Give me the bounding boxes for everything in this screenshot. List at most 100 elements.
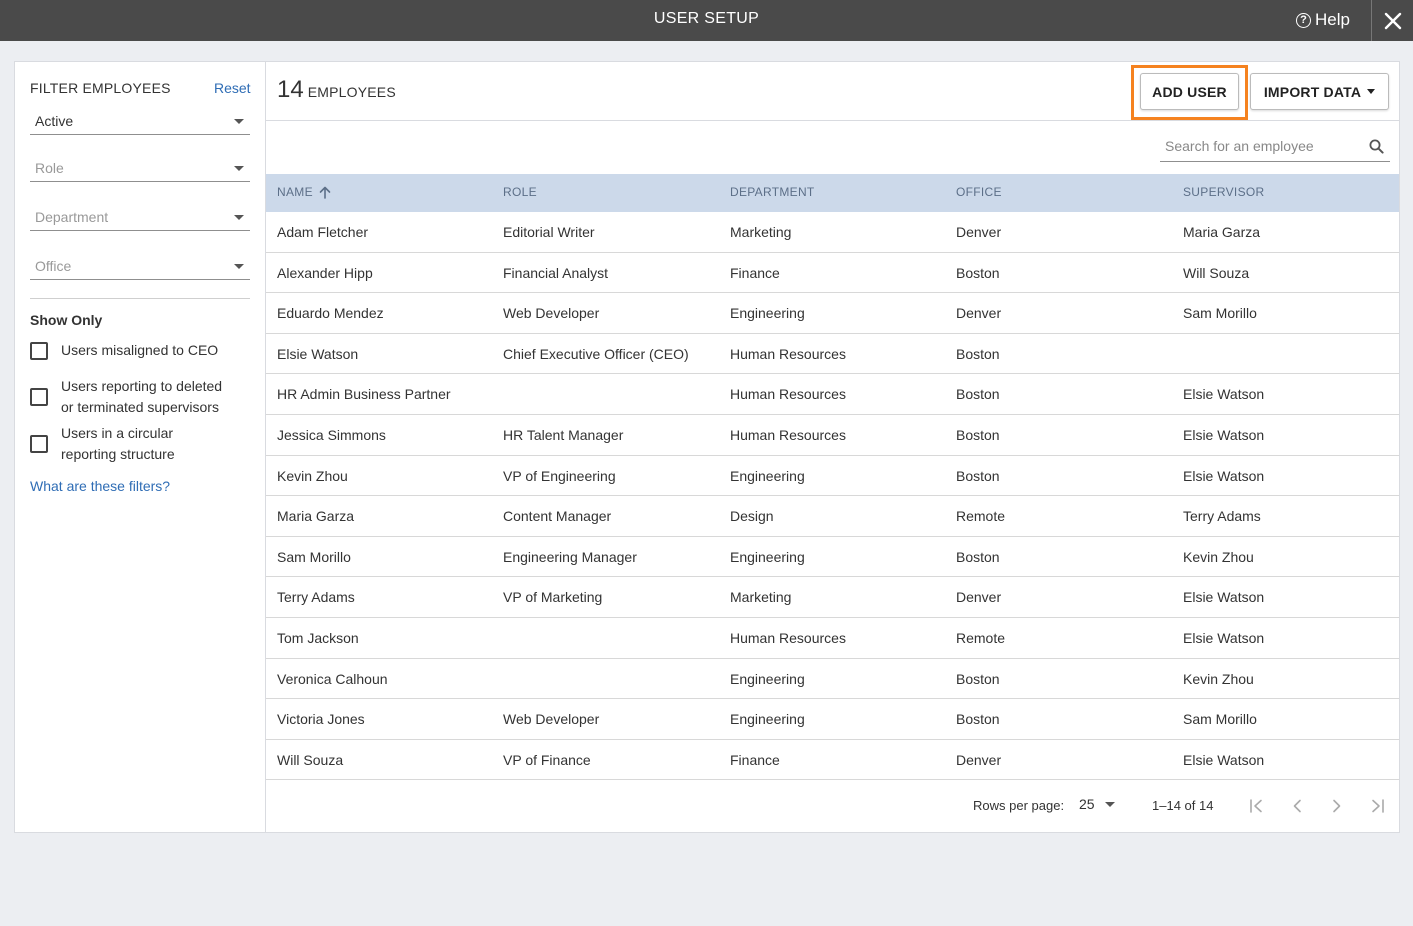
cell-name: Jessica Simmons <box>277 426 386 443</box>
table-row[interactable]: HR Admin Business Partner Human Resources… <box>266 374 1399 415</box>
chevron-down-icon <box>234 166 244 171</box>
table-row[interactable]: Terry Adams VP of Marketing Marketing Denve… <box>266 577 1399 618</box>
cell-office: Denver <box>956 589 1002 606</box>
rows-per-page-value: 25 <box>1079 796 1095 812</box>
employee-count-label: EMPLOYEES <box>307 84 396 100</box>
first-page-icon <box>1250 799 1262 813</box>
first-page-button[interactable] <box>1246 796 1268 816</box>
misaligned-ceo-label: Users misaligned to CEO <box>61 342 219 358</box>
table-row[interactable]: Sam Morillo Engineering Manager Engineerin… <box>266 537 1399 578</box>
employee-list: 14 EMPLOYEES ADD USER IMPORT DATA NAME <box>266 62 1399 832</box>
cell-department: Marketing <box>730 224 792 240</box>
search-input[interactable] <box>1160 131 1360 161</box>
filter-deleted-supervisors[interactable]: Users reporting to deleted or terminated … <box>30 376 250 418</box>
rows-per-page-select[interactable]: 25 <box>1079 796 1115 812</box>
cell-name: Maria Garza <box>277 508 355 525</box>
column-header-office[interactable]: OFFICE <box>956 185 1002 199</box>
last-page-button[interactable] <box>1366 796 1388 816</box>
cell-supervisor: Elsie Watson <box>1183 426 1265 443</box>
table-row[interactable]: Eduardo Mendez Web Developer Engineering De… <box>266 293 1399 334</box>
office-select[interactable]: Office <box>30 252 250 280</box>
pagination: Rows per page: 25 1–14 of 14 <box>266 779 1399 832</box>
column-header-label: NAME <box>277 185 313 199</box>
department-select[interactable]: Department <box>30 203 250 231</box>
filter-misaligned-ceo[interactable]: Users misaligned to CEO <box>30 340 250 361</box>
cell-supervisor: Elsie Watson <box>1183 589 1265 606</box>
close-button[interactable] <box>1372 0 1413 41</box>
chevron-right-icon <box>1333 799 1341 813</box>
help-button[interactable]: ? Help <box>1296 10 1350 30</box>
column-header-name[interactable]: NAME <box>277 185 331 199</box>
filter-circular-reporting[interactable]: Users in a circular reporting structure <box>30 423 250 465</box>
table-row[interactable]: Victoria Jones Web Developer Engineering Bo… <box>266 699 1399 740</box>
search-icon[interactable] <box>1369 139 1384 154</box>
table-row[interactable]: Elsie Watson Chief Executive Officer (CEO… <box>266 334 1399 375</box>
import-data-button[interactable]: IMPORT DATA <box>1250 73 1389 110</box>
table-row[interactable]: Will Souza VP of Finance Finance Denver Elsi… <box>266 740 1399 781</box>
table-row[interactable]: Maria Garza Content Manager Design Remote Te… <box>266 496 1399 537</box>
office-select-placeholder: Office <box>35 258 72 274</box>
cell-role: VP of Engineering <box>503 467 616 484</box>
cell-name: Kevin Zhou <box>277 467 348 484</box>
cell-name: Elsie Watson <box>277 345 359 362</box>
table-row[interactable]: Adam Fletcher Editorial Writer Marketing De… <box>266 212 1399 253</box>
cell-department: Finance <box>730 264 780 281</box>
next-page-button[interactable] <box>1326 796 1348 816</box>
cell-supervisor: Elsie Watson <box>1183 467 1265 484</box>
cell-supervisor: Terry Adams <box>1183 508 1261 525</box>
cell-office: Boston <box>956 467 1000 484</box>
table-row[interactable]: Kevin Zhou VP of Engineering Engineering Bo… <box>266 456 1399 497</box>
reset-link[interactable]: Reset <box>214 80 251 96</box>
cell-name: HR Admin Business Partner <box>277 386 451 403</box>
cell-name: Eduardo Mendez <box>277 305 384 322</box>
status-select[interactable]: Active <box>30 107 250 135</box>
filters-help-link[interactable]: What are these filters? <box>30 478 170 494</box>
deleted-supervisors-checkbox[interactable] <box>30 388 48 406</box>
column-header-role[interactable]: ROLE <box>503 185 537 199</box>
misaligned-ceo-checkbox[interactable] <box>30 341 48 360</box>
caret-down-icon <box>1367 89 1376 94</box>
cell-office: Boston <box>956 264 1000 281</box>
department-select-placeholder: Department <box>35 209 109 225</box>
status-select-value: Active <box>35 113 74 129</box>
cell-office: Boston <box>956 711 1000 728</box>
circular-reporting-label: Users in a circular reporting structure <box>61 425 175 462</box>
add-user-button[interactable]: ADD USER <box>1140 73 1239 110</box>
cell-office: Remote <box>956 508 1006 525</box>
window-title: USER SETUP <box>653 10 760 27</box>
role-select[interactable]: Role <box>30 154 250 182</box>
cell-supervisor: Kevin Zhou <box>1183 670 1254 687</box>
page-range: 1–14 of 14 <box>1152 798 1214 813</box>
cell-department: Engineering <box>730 548 805 565</box>
table-row[interactable]: Tom Jackson Human Resources Remote Elsie Wa… <box>266 618 1399 659</box>
cell-name: Sam Morillo <box>277 548 351 565</box>
previous-page-button[interactable] <box>1286 796 1308 816</box>
cell-role: Editorial Writer <box>503 224 595 240</box>
table-row[interactable]: Veronica Calhoun Engineering Boston Kevin Z… <box>266 659 1399 700</box>
sort-ascending-icon <box>319 186 331 199</box>
table-row[interactable]: Alexander Hipp Financial Analyst Finance Bo… <box>266 253 1399 294</box>
cell-supervisor: Elsie Watson <box>1183 386 1265 403</box>
help-label: Help <box>1315 10 1350 29</box>
cell-supervisor: Maria Garza <box>1183 224 1261 240</box>
filter-sidebar: FILTER EMPLOYEES Reset Active Role Depar… <box>15 62 266 832</box>
cell-role: HR Talent Manager <box>503 426 624 443</box>
cell-office: Boston <box>956 345 1000 362</box>
close-icon <box>1384 12 1401 29</box>
cell-department: Engineering <box>730 305 805 322</box>
cell-supervisor: Sam Morillo <box>1183 305 1257 322</box>
cell-department: Engineering <box>730 467 805 484</box>
cell-department: Human Resources <box>730 629 846 646</box>
column-header-department[interactable]: DEPARTMENT <box>730 185 815 199</box>
cell-role: Web Developer <box>503 711 600 728</box>
cell-office: Boston <box>956 386 1000 403</box>
cell-role: Financial Analyst <box>503 264 609 281</box>
cell-name: Adam Fletcher <box>277 224 369 240</box>
circular-reporting-checkbox[interactable] <box>30 435 48 453</box>
last-page-icon <box>1372 799 1384 813</box>
cell-office: Remote <box>956 629 1006 646</box>
cell-role: Content Manager <box>503 508 612 525</box>
deleted-supervisors-label: Users reporting to deleted or terminated … <box>61 378 223 415</box>
table-row[interactable]: Jessica Simmons HR Talent Manager Human Re… <box>266 415 1399 456</box>
column-header-supervisor[interactable]: SUPERVISOR <box>1183 185 1264 199</box>
